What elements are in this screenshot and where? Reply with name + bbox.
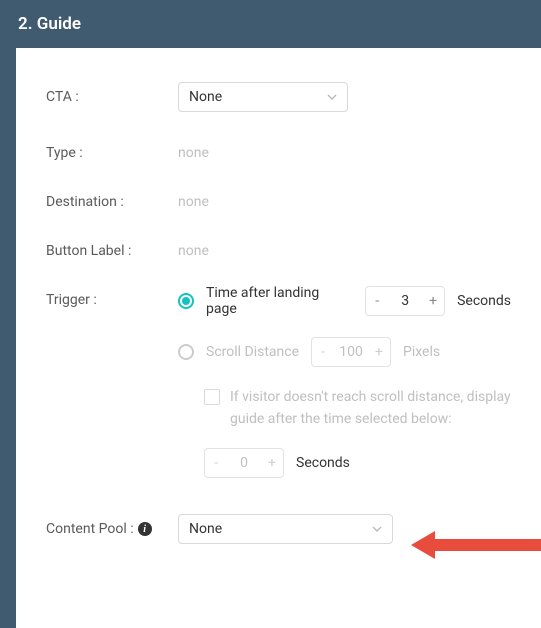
content-pool-label: Content Pool : bbox=[46, 521, 134, 537]
trigger-scroll-value: 100 bbox=[334, 344, 368, 360]
button-label-label: Button Label : bbox=[46, 236, 178, 259]
destination-value: none bbox=[178, 187, 511, 210]
trigger-time-stepper[interactable]: - 3 + bbox=[365, 286, 445, 316]
trigger-time-option: Time after landing page - 3 + Seconds bbox=[178, 285, 511, 317]
row-cta: CTA : None bbox=[46, 82, 511, 112]
fallback-value: 0 bbox=[227, 455, 261, 471]
fallback-text: If visitor doesn't reach scroll distance… bbox=[230, 387, 511, 430]
trigger-scroll-unit: Pixels bbox=[403, 344, 440, 360]
section-header: 2. Guide bbox=[0, 0, 541, 48]
type-value: none bbox=[178, 138, 511, 161]
row-button-label: Button Label : none bbox=[46, 236, 511, 259]
fallback-checkbox[interactable] bbox=[204, 389, 220, 405]
row-type: Type : none bbox=[46, 138, 511, 161]
annotation-arrow-icon bbox=[411, 528, 541, 562]
plus-button[interactable]: + bbox=[261, 455, 283, 471]
trigger-time-unit: Seconds bbox=[457, 293, 511, 309]
trigger-scroll-label: Scroll Distance bbox=[206, 344, 299, 360]
content-pool-value-wrap: None bbox=[178, 514, 393, 544]
cta-select[interactable]: None bbox=[178, 82, 348, 112]
plus-button[interactable]: + bbox=[422, 293, 444, 309]
destination-label: Destination : bbox=[46, 187, 178, 210]
trigger-time-label: Time after landing page bbox=[206, 285, 353, 317]
button-label-value: none bbox=[178, 236, 511, 259]
row-destination: Destination : none bbox=[46, 187, 511, 210]
minus-button[interactable]: - bbox=[205, 455, 227, 471]
type-label: Type : bbox=[46, 138, 178, 161]
trigger-time-radio[interactable] bbox=[178, 293, 194, 309]
fallback-stepper-row: - 0 + Seconds bbox=[204, 448, 511, 478]
content-pool-label-wrap: Content Pool : i bbox=[46, 514, 178, 537]
content-pool-select[interactable]: None bbox=[178, 514, 393, 544]
trigger-scroll-stepper[interactable]: - 100 + bbox=[311, 337, 391, 367]
trigger-scroll-radio[interactable] bbox=[178, 344, 194, 360]
fallback-checkbox-row: If visitor doesn't reach scroll distance… bbox=[204, 387, 511, 430]
minus-button[interactable]: - bbox=[312, 344, 334, 360]
cta-select-value: None bbox=[189, 89, 222, 105]
cta-label: CTA : bbox=[46, 82, 178, 105]
scroll-fallback-block: If visitor doesn't reach scroll distance… bbox=[204, 387, 511, 478]
fallback-stepper[interactable]: - 0 + bbox=[204, 448, 284, 478]
trigger-label: Trigger : bbox=[46, 285, 178, 308]
fallback-unit: Seconds bbox=[296, 455, 350, 471]
info-icon[interactable]: i bbox=[138, 522, 152, 536]
row-trigger: Trigger : Time after landing page - 3 + … bbox=[46, 285, 511, 478]
content-pool-value: None bbox=[189, 521, 222, 537]
trigger-scroll-option: Scroll Distance - 100 + Pixels bbox=[178, 337, 511, 367]
trigger-time-value: 3 bbox=[388, 293, 422, 309]
section-title: 2. Guide bbox=[18, 14, 81, 34]
chevron-down-icon bbox=[372, 524, 382, 534]
chevron-down-icon bbox=[327, 92, 337, 102]
cta-value-wrap: None bbox=[178, 82, 348, 112]
trigger-block: Time after landing page - 3 + Seconds Sc… bbox=[178, 285, 511, 478]
plus-button[interactable]: + bbox=[368, 344, 390, 360]
minus-button[interactable]: - bbox=[366, 293, 388, 309]
